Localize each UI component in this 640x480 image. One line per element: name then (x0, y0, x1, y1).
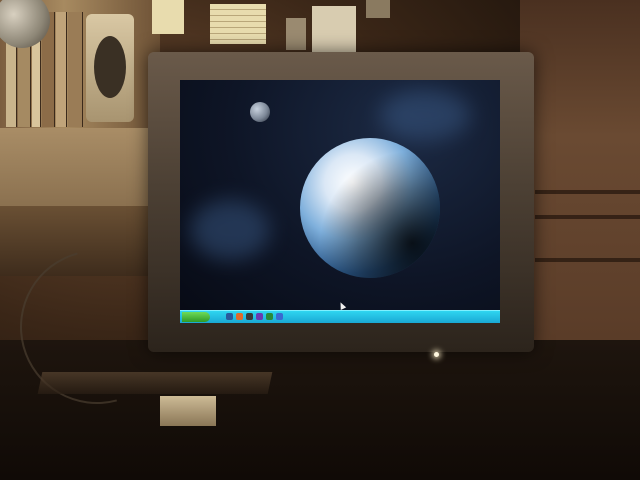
nebula (380, 90, 470, 140)
wall-stripe (535, 190, 640, 194)
book (68, 12, 83, 127)
speaker-icon (86, 14, 134, 122)
figurine (312, 6, 356, 52)
power-led-icon (434, 352, 439, 357)
nebula (190, 200, 270, 260)
planet-shadow (300, 138, 440, 278)
shelf-item (286, 18, 306, 50)
photo-scene (0, 0, 640, 480)
quick-launch-icon[interactable] (226, 313, 233, 320)
wall-stripe (535, 215, 640, 219)
monitor-screen (180, 80, 500, 323)
note-paper (210, 4, 266, 44)
desk-box (160, 396, 216, 426)
mouse-cursor-icon (337, 301, 347, 310)
book (56, 12, 67, 127)
quick-launch-icon[interactable] (266, 313, 273, 320)
wall-stripe (535, 258, 640, 262)
speaker-cone (94, 36, 126, 98)
taskbar[interactable] (180, 310, 500, 323)
quick-launch-icon[interactable] (256, 313, 263, 320)
keyboard (37, 372, 273, 394)
shelf-item (366, 0, 390, 18)
moon-icon (250, 102, 270, 122)
quick-launch-icon[interactable] (276, 313, 283, 320)
right-wall (520, 0, 640, 340)
wall-card (0, 128, 150, 208)
quick-launch-icon[interactable] (236, 313, 243, 320)
quick-launch-icon[interactable] (246, 313, 253, 320)
start-button[interactable] (182, 312, 210, 322)
figurine-icon (152, 0, 184, 34)
